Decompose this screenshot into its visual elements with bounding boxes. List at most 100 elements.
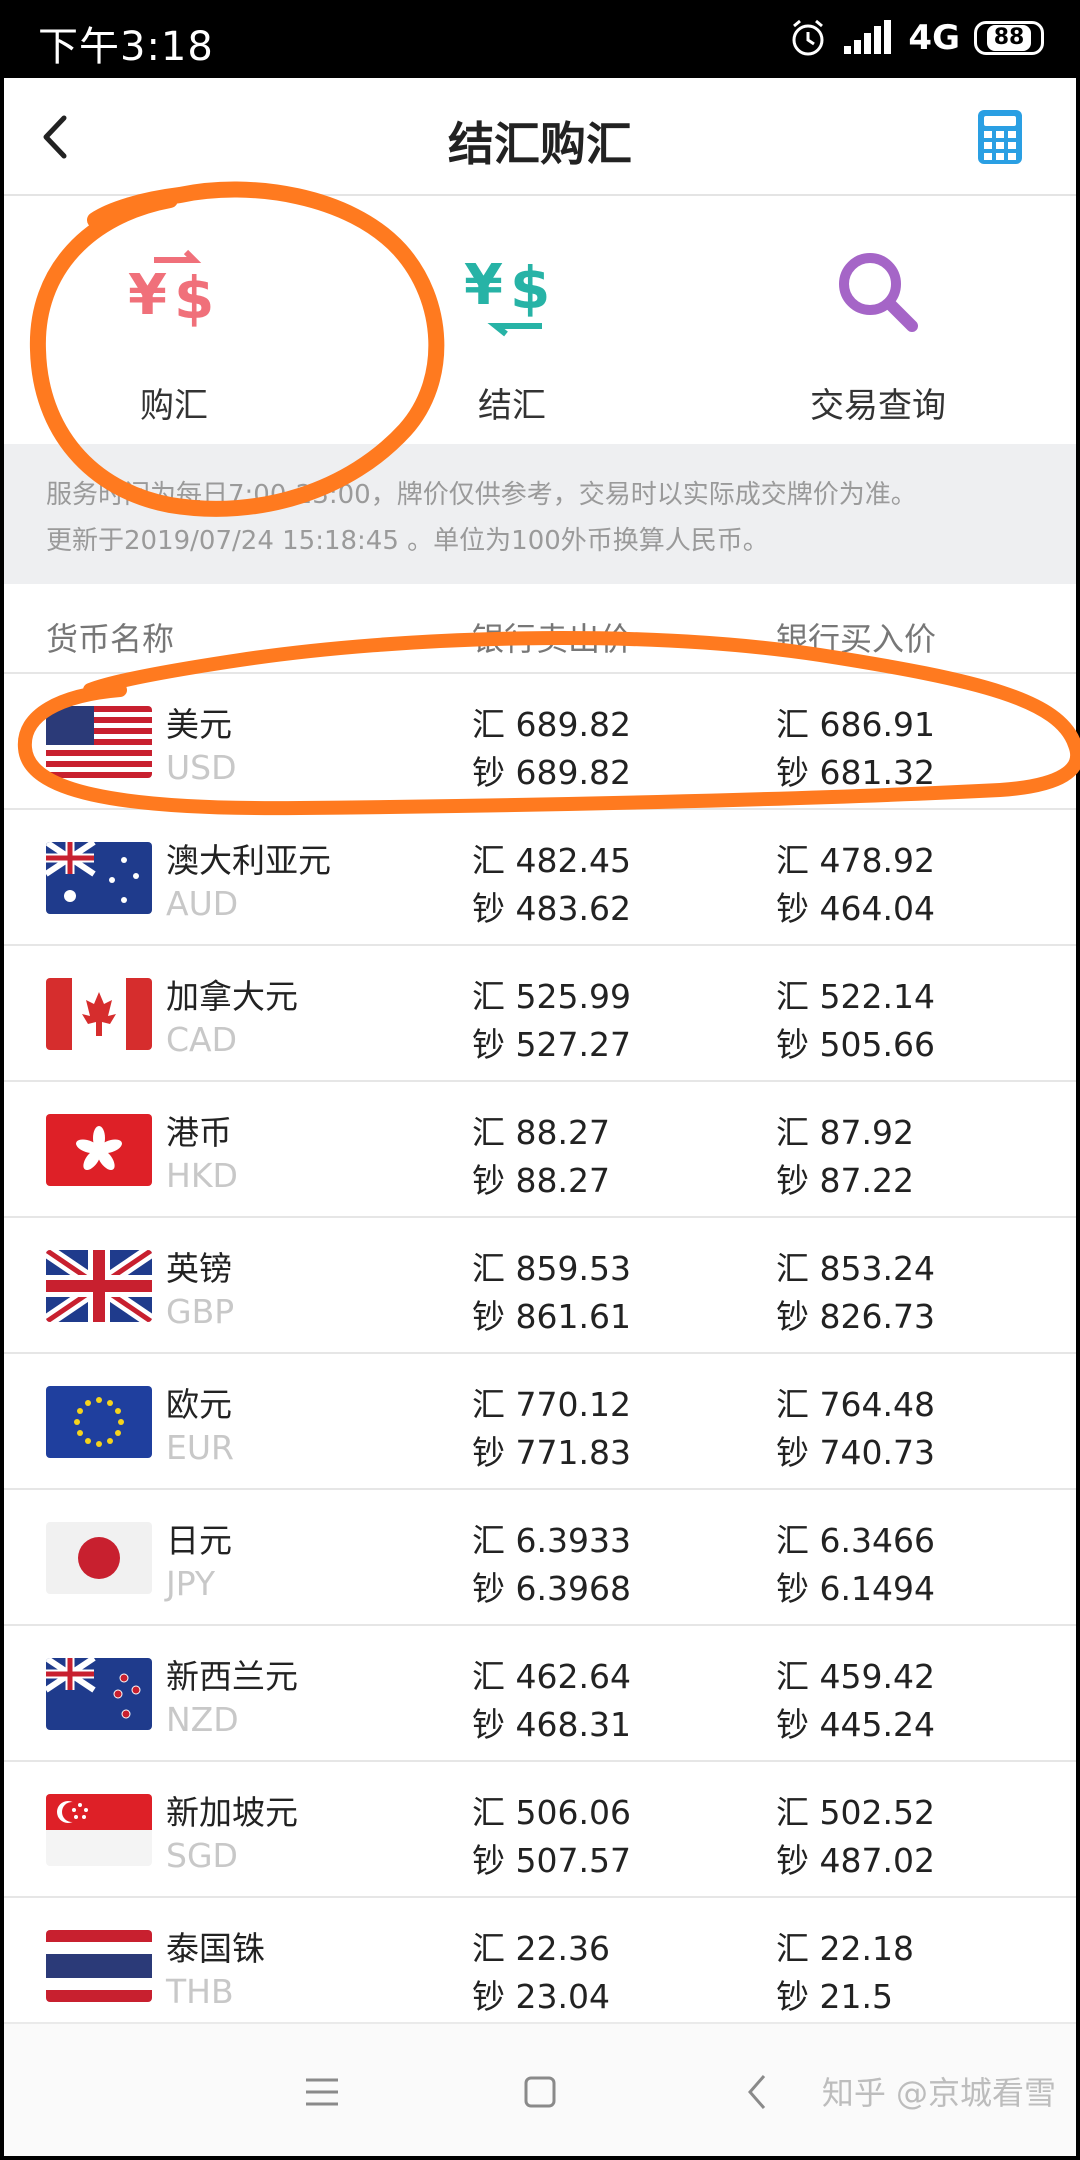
buy-transfer-rate: 汇 478.92 <box>776 841 935 880</box>
rate-list: 美元 USD 汇 689.82 钞 689.82 汇 686.91 钞 681.… <box>4 674 1076 2034</box>
settle-fx-icon: ¥ $ <box>464 253 550 337</box>
currency-name: 港币 <box>166 1113 232 1152</box>
currency-name: 新加坡元 <box>166 1793 298 1832</box>
back-icon[interactable] <box>730 2064 786 2120</box>
currency-row-aud[interactable]: 澳大利亚元 AUD 汇 482.45 钞 483.62 汇 478.92 钞 4… <box>4 810 1076 946</box>
sell-transfer-rate: 汇 22.36 <box>472 1929 610 1968</box>
menu-icon[interactable] <box>294 2064 350 2120</box>
sell-cash-rate: 钞 23.04 <box>472 1977 610 2016</box>
sell-cash-rate: 钞 468.31 <box>472 1705 631 1744</box>
currency-code: JPY <box>166 1564 216 1603</box>
sell-transfer-rate: 汇 6.3933 <box>472 1521 631 1560</box>
sell-cash-rate: 钞 507.57 <box>472 1841 631 1880</box>
buy-transfer-rate: 汇 686.91 <box>776 705 935 744</box>
quick-actions: ¥ $ 购汇 ¥ $ 结汇 交易查询 <box>4 198 1076 444</box>
currency-code: GBP <box>166 1292 235 1331</box>
buy-transfer-rate: 汇 502.52 <box>776 1793 935 1832</box>
sell-transfer-rate: 汇 859.53 <box>472 1249 631 1288</box>
jp-flag-icon <box>46 1522 152 1594</box>
watermark: 知乎 @京城看雪 <box>821 2074 1056 2112</box>
currency-code: THB <box>166 1972 234 2011</box>
buy-cash-rate: 钞 681.32 <box>776 753 935 792</box>
buy-cash-rate: 钞 740.73 <box>776 1433 935 1472</box>
settle-fx-button[interactable]: ¥ $ 结汇 <box>362 198 662 444</box>
currency-name: 英镑 <box>166 1249 232 1288</box>
buy-transfer-rate: 汇 6.3466 <box>776 1521 935 1560</box>
svg-text:¥: ¥ <box>128 263 167 328</box>
sell-transfer-rate: 汇 88.27 <box>472 1113 610 1152</box>
currency-code: EUR <box>166 1428 234 1467</box>
svg-text:¥: ¥ <box>464 253 503 318</box>
buy-fx-label: 购汇 <box>140 386 208 426</box>
buy-cash-rate: 钞 21.5 <box>776 1977 893 2016</box>
sell-transfer-rate: 汇 482.45 <box>472 841 631 880</box>
sell-cash-rate: 钞 771.83 <box>472 1433 631 1472</box>
sell-cash-rate: 钞 527.27 <box>472 1025 631 1064</box>
buy-cash-rate: 钞 487.02 <box>776 1841 935 1880</box>
page-title: 结汇购汇 <box>448 117 632 171</box>
currency-row-hkd[interactable]: 港币 HKD 汇 88.27 钞 88.27 汇 87.92 钞 87.22 <box>4 1082 1076 1218</box>
network-type: 4G <box>908 18 960 58</box>
currency-row-cad[interactable]: 加拿大元 CAD 汇 525.99 钞 527.27 汇 522.14 钞 50… <box>4 946 1076 1082</box>
currency-name: 美元 <box>166 705 232 744</box>
buy-transfer-rate: 汇 853.24 <box>776 1249 935 1288</box>
sg-flag-icon <box>46 1794 152 1866</box>
notice-banner: 服务时间为每日7:00-23:00，牌价仅供参考，交易时以实际成交牌价为准。 更… <box>4 444 1076 584</box>
header-currency-name: 货币名称 <box>46 620 175 658</box>
battery-icon: 88 <box>974 21 1044 55</box>
currency-row-sgd[interactable]: 新加坡元 SGD 汇 506.06 钞 507.57 汇 502.52 钞 48… <box>4 1762 1076 1898</box>
settle-fx-label: 结汇 <box>478 386 546 426</box>
buy-fx-button[interactable]: ¥ $ 购汇 <box>24 198 324 444</box>
buy-cash-rate: 钞 6.1494 <box>776 1569 935 1608</box>
sell-transfer-rate: 汇 689.82 <box>472 705 631 744</box>
currency-name: 新西兰元 <box>166 1657 298 1696</box>
currency-code: CAD <box>166 1020 238 1059</box>
buy-cash-rate: 钞 87.22 <box>776 1161 914 1200</box>
notice-line-2: 更新于2019/07/24 15:18:45 。单位为100外币换算人民币。 <box>46 526 769 556</box>
alarm-icon <box>792 19 824 56</box>
header-bank-sell: 银行卖出价 <box>472 620 633 658</box>
sell-cash-rate: 钞 861.61 <box>472 1297 631 1336</box>
sell-transfer-rate: 汇 770.12 <box>472 1385 631 1424</box>
currency-code: SGD <box>166 1836 238 1875</box>
nz-flag-icon <box>46 1658 152 1730</box>
buy-fx-icon: ¥ $ <box>128 249 214 332</box>
notice-line-1: 服务时间为每日7:00-23:00，牌价仅供参考，交易时以实际成交牌价为准。 <box>46 480 917 510</box>
currency-row-gbp[interactable]: 英镑 GBP 汇 859.53 钞 861.61 汇 853.24 钞 826.… <box>4 1218 1076 1354</box>
currency-row-nzd[interactable]: 新西兰元 NZD 汇 462.64 钞 468.31 汇 459.42 钞 44… <box>4 1626 1076 1762</box>
header-bank-buy: 银行买入价 <box>776 620 937 658</box>
sell-transfer-rate: 汇 506.06 <box>472 1793 631 1832</box>
home-icon[interactable] <box>512 2064 568 2120</box>
svg-text:$: $ <box>174 264 214 332</box>
currency-row-thb[interactable]: 泰国铢 THB 汇 22.36 钞 23.04 汇 22.18 钞 21.5 <box>4 1898 1076 2034</box>
trade-query-label: 交易查询 <box>810 386 946 426</box>
currency-name: 澳大利亚元 <box>166 841 331 880</box>
table-header: 货币名称 银行卖出价 银行买入价 <box>4 584 1076 674</box>
currency-row-eur[interactable]: 欧元 EUR 汇 770.12 钞 771.83 汇 764.48 钞 740.… <box>4 1354 1076 1490</box>
th-flag-icon <box>46 1930 152 2002</box>
buy-cash-rate: 钞 445.24 <box>776 1705 935 1744</box>
currency-row-jpy[interactable]: 日元 JPY 汇 6.3933 钞 6.3968 汇 6.3466 钞 6.14… <box>4 1490 1076 1626</box>
buy-cash-rate: 钞 464.04 <box>776 889 935 928</box>
trade-query-button[interactable]: 交易查询 <box>728 198 1028 444</box>
status-time: 下午3:18 <box>38 24 214 70</box>
buy-transfer-rate: 汇 87.92 <box>776 1113 914 1152</box>
header: 结汇购汇 <box>4 78 1076 196</box>
calculator-icon[interactable] <box>976 108 1024 166</box>
currency-code: NZD <box>166 1700 239 1739</box>
currency-code: AUD <box>166 884 239 923</box>
au-flag-icon <box>46 842 152 914</box>
battery-level: 88 <box>986 25 1032 51</box>
status-icons: 4G 88 <box>788 16 1044 60</box>
currency-name: 欧元 <box>166 1385 232 1424</box>
buy-transfer-rate: 汇 764.48 <box>776 1385 935 1424</box>
currency-name: 泰国铢 <box>166 1929 265 1968</box>
sell-transfer-rate: 汇 462.64 <box>472 1657 631 1696</box>
currency-name: 加拿大元 <box>166 977 298 1016</box>
eu-flag-icon <box>46 1386 152 1458</box>
ca-flag-icon <box>46 978 152 1050</box>
signal-icon <box>844 20 892 54</box>
sell-cash-rate: 钞 483.62 <box>472 889 631 928</box>
currency-code: HKD <box>166 1156 238 1195</box>
currency-row-usd[interactable]: 美元 USD 汇 689.82 钞 689.82 汇 686.91 钞 681.… <box>4 674 1076 810</box>
